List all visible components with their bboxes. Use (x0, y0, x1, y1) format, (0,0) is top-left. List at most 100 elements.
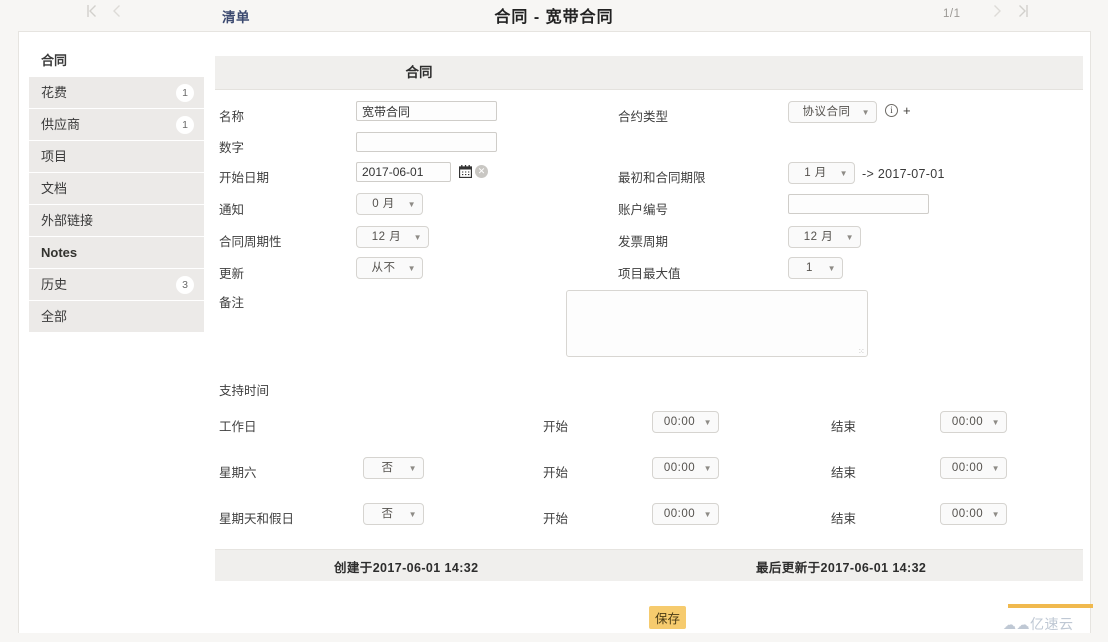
sidebar-item-label: Notes (41, 245, 78, 260)
max-items-select[interactable]: 1 ▼ (788, 257, 843, 279)
invoice-cycle-label: 发票周期 (618, 235, 669, 249)
page-title: 合同 - 宽带合同 (494, 9, 614, 26)
support-row-end-label: 结束 (831, 512, 857, 526)
contract-type-select[interactable]: 协议合同 ▼ (788, 101, 877, 123)
number-input[interactable] (356, 132, 497, 152)
chevron-down-icon: ▼ (413, 233, 422, 242)
sidebar-item-label: 全部 (41, 309, 68, 324)
sidebar-item-contract[interactable]: 合同 (29, 45, 204, 77)
record-meta-bar: 创建于2017-06-01 14:32 最后更新于2017-06-01 14:3… (215, 549, 1083, 581)
next-page-chevron-icon[interactable] (992, 4, 1003, 18)
chevron-down-icon: ▼ (703, 510, 712, 519)
account-number-label: 账户编号 (618, 203, 669, 217)
chevron-down-icon: ▼ (839, 169, 848, 178)
term-end-date: -> 2017-07-01 (862, 167, 945, 181)
account-number-input[interactable] (788, 194, 929, 214)
number-label: 数字 (219, 141, 245, 155)
page-count: 1/1 (943, 8, 961, 20)
renew-label: 更新 (219, 267, 245, 281)
start-date-input[interactable] (356, 162, 451, 182)
calendar-icon[interactable] (458, 165, 473, 179)
sidebar-item-project[interactable]: 项目 (29, 141, 204, 173)
weekday-start-time-select[interactable]: 00:00 ▼ (652, 411, 719, 433)
info-circle-icon[interactable]: i (885, 104, 898, 117)
remark-label: 备注 (219, 296, 245, 310)
watermark: ☁☁亿速云 (1003, 604, 1099, 638)
chevron-down-icon: ▼ (827, 264, 836, 273)
chevron-down-icon: ▼ (407, 264, 416, 273)
form-body: 名称 数字 开始日期 ✕ 通知 0 月 ▼ 合同周期性 12 月 ▼ 更新 从不 (215, 90, 1083, 549)
support-row-start-label: 开始 (543, 466, 569, 480)
saturday-end-time-select[interactable]: 00:00 ▼ (940, 457, 1007, 479)
sidebar-badge: 1 (176, 116, 194, 134)
panel-header: 合同 (215, 56, 1083, 90)
top-navigation-bar: 清单 合同 - 宽带合同 1/1 (0, 0, 1108, 31)
chevron-down-icon: ▼ (703, 464, 712, 473)
chevron-down-icon: ▼ (703, 418, 712, 427)
support-row-end-label: 结束 (831, 466, 857, 480)
panel-header-label: 合同 (405, 65, 433, 80)
chevron-down-icon: ▼ (991, 464, 1000, 473)
clear-date-icon[interactable]: ✕ (475, 165, 488, 178)
sidebar-item-label: 外部链接 (41, 213, 94, 228)
max-items-label: 项目最大值 (618, 267, 681, 281)
support-row-start-label: 开始 (543, 512, 569, 526)
chevron-down-icon: ▼ (991, 418, 1000, 427)
sidebar-item-all[interactable]: 全部 (29, 301, 204, 333)
notice-select[interactable]: 0 月 ▼ (356, 193, 423, 215)
support-row-day-label: 工作日 (219, 420, 257, 434)
sidebar-item-cost[interactable]: 花费 1 (29, 77, 204, 109)
support-row-start-label: 开始 (543, 420, 569, 434)
sidebar-item-supplier[interactable]: 供应商 1 (29, 109, 204, 141)
sidebar-badge: 3 (176, 276, 194, 294)
chevron-down-icon: ▼ (408, 464, 417, 473)
watermark-bar (1008, 604, 1093, 608)
saturday-enabled-select[interactable]: 否 ▼ (363, 457, 424, 479)
chevron-down-icon: ▼ (408, 510, 417, 519)
contract-form-panel: 合同 名称 数字 开始日期 ✕ 通知 0 月 ▼ 合同周期性 12 月 ▼ (215, 56, 1083, 549)
start-date-label: 开始日期 (219, 171, 270, 185)
watermark-label: 亿速云 (1030, 616, 1074, 632)
renew-select[interactable]: 从不 ▼ (356, 257, 423, 279)
sidebar-badge: 1 (176, 84, 194, 102)
sidebar-item-label: 项目 (41, 149, 68, 164)
updated-timestamp: 最后更新于2017-06-01 14:32 (756, 561, 927, 575)
support-time-section-label: 支持时间 (219, 384, 270, 398)
chevron-down-icon: ▼ (991, 510, 1000, 519)
invoice-cycle-select[interactable]: 12 月 ▼ (788, 226, 861, 248)
chevron-down-icon: ▼ (845, 233, 854, 242)
sidebar-item-history[interactable]: 历史 3 (29, 269, 204, 301)
save-button[interactable]: 保存 (649, 606, 686, 629)
name-label: 名称 (219, 110, 245, 124)
chevron-down-icon: ▼ (407, 200, 416, 209)
contract-type-label: 合约类型 (618, 110, 669, 124)
sidebar-item-label: 文档 (41, 181, 68, 196)
sidebar-item-document[interactable]: 文档 (29, 173, 204, 205)
sidebar-item-label: 花费 (41, 85, 68, 100)
saturday-start-time-select[interactable]: 00:00 ▼ (652, 457, 719, 479)
contract-cycle-select[interactable]: 12 月 ▼ (356, 226, 429, 248)
sidebar-item-label: 历史 (41, 277, 68, 292)
term-label: 最初和合同期限 (618, 171, 706, 185)
sunday-holiday-start-time-select[interactable]: 00:00 ▼ (652, 503, 719, 525)
support-row-day-label: 星期六 (219, 466, 257, 480)
remark-textarea[interactable] (566, 290, 868, 357)
watermark-text: ☁☁亿速云 (1003, 614, 1099, 634)
sidebar: 合同 花费 1 供应商 1 项目 文档 外部链接 Notes 历史 3 全部 (29, 45, 204, 333)
weekday-end-time-select[interactable]: 00:00 ▼ (940, 411, 1007, 433)
add-plus-icon[interactable]: + (903, 104, 911, 117)
content-card: 合同 花费 1 供应商 1 项目 文档 外部链接 Notes 历史 3 全部 合… (18, 31, 1091, 633)
notice-label: 通知 (219, 203, 245, 217)
name-input[interactable] (356, 101, 497, 121)
term-select[interactable]: 1 月 ▼ (788, 162, 855, 184)
sidebar-item-external-link[interactable]: 外部链接 (29, 205, 204, 237)
contract-cycle-label: 合同周期性 (219, 235, 282, 249)
sidebar-item-notes[interactable]: Notes (29, 237, 204, 269)
cloud-logo-icon: ☁☁ (1003, 617, 1030, 632)
sunday-holiday-end-time-select[interactable]: 00:00 ▼ (940, 503, 1007, 525)
sunday-holiday-enabled-select[interactable]: 否 ▼ (363, 503, 424, 525)
created-timestamp: 创建于2017-06-01 14:32 (334, 561, 479, 575)
support-row-end-label: 结束 (831, 420, 857, 434)
sidebar-item-label: 合同 (41, 53, 68, 68)
last-page-chevron-icon[interactable] (1018, 4, 1029, 18)
